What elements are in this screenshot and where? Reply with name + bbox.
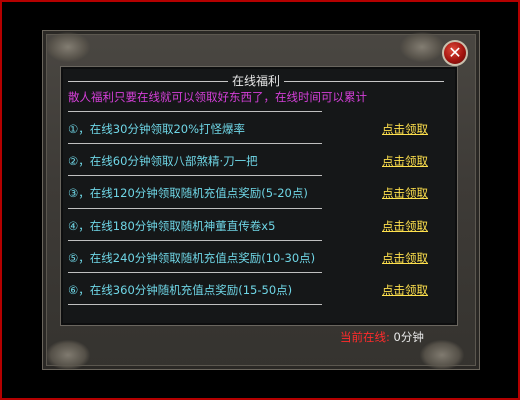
reward-item-1: ①，在线30分钟领取20%打怪爆率 点击领取 <box>68 121 438 137</box>
online-time-value: 0分钟 <box>393 330 424 344</box>
claim-link[interactable]: 点击领取 <box>382 218 428 234</box>
online-time-label: 当前在线: <box>340 330 390 344</box>
reward-item-text: ④，在线180分钟领取随机神董直传卷x5 <box>68 219 276 233</box>
reward-item-3: ③，在线120分钟领取随机充值点奖励(5-20点) 点击领取 <box>68 185 438 201</box>
corner-ornament-top-right <box>400 32 444 62</box>
dialog-title: 在线福利 <box>232 74 281 88</box>
corner-ornament-bottom-left <box>46 340 90 370</box>
separator-line <box>68 240 322 241</box>
corner-ornament-top-left <box>46 32 90 62</box>
reward-item-text: ③，在线120分钟领取随机充值点奖励(5-20点) <box>68 186 308 200</box>
title-divider-right <box>284 80 445 82</box>
separator-line <box>68 304 322 305</box>
reward-item-text: ⑥，在线360分钟随机充值点奖励(15-50点) <box>68 283 293 297</box>
corner-ornament-bottom-right <box>420 340 464 370</box>
reward-item-text: ①，在线30分钟领取20%打怪爆率 <box>68 122 246 136</box>
close-icon: ✕ <box>448 43 462 62</box>
close-button[interactable]: ✕ <box>442 40 468 66</box>
reward-item-6: ⑥，在线360分钟随机充值点奖励(15-50点) 点击领取 <box>68 282 438 298</box>
claim-link[interactable]: 点击领取 <box>382 185 428 201</box>
reward-item-text: ⑤，在线240分钟领取随机充值点奖励(10-30点) <box>68 251 316 265</box>
dialog-subtitle: 散人福利只要在线就可以领取好东西了，在线时间可以累计 <box>68 90 367 104</box>
claim-link[interactable]: 点击领取 <box>382 250 428 266</box>
separator-line <box>68 272 322 273</box>
dialog-title-row: 在线福利 <box>68 74 445 88</box>
claim-link[interactable]: 点击领取 <box>382 153 428 169</box>
online-time-status: 当前在线: 0分钟 <box>340 330 424 344</box>
title-divider-left <box>68 80 228 82</box>
claim-link[interactable]: 点击领取 <box>382 282 428 298</box>
separator-line <box>68 208 322 209</box>
claim-link[interactable]: 点击领取 <box>382 121 428 137</box>
separator-line <box>68 175 322 176</box>
reward-item-5: ⑤，在线240分钟领取随机充值点奖励(10-30点) 点击领取 <box>68 250 438 266</box>
reward-item-4: ④，在线180分钟领取随机神董直传卷x5 点击领取 <box>68 218 438 234</box>
separator-line <box>68 143 322 144</box>
reward-item-2: ②，在线60分钟领取八部煞精·刀一把 点击领取 <box>68 153 438 169</box>
separator-line <box>68 111 322 112</box>
reward-item-text: ②，在线60分钟领取八部煞精·刀一把 <box>68 154 258 168</box>
